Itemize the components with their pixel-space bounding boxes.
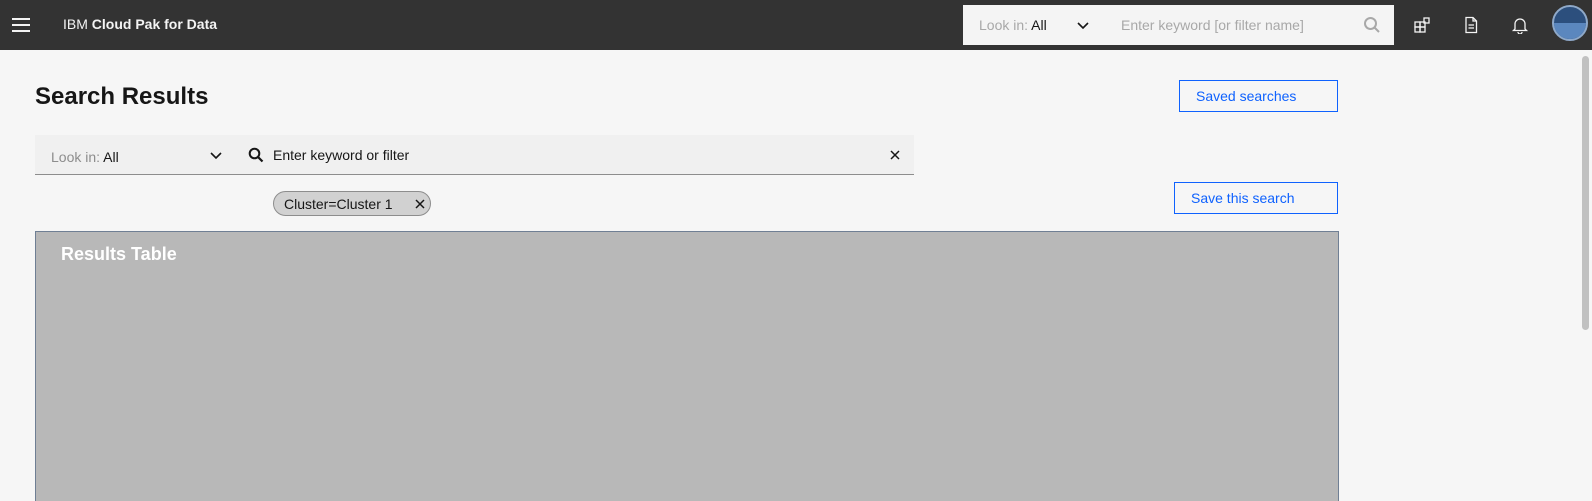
save-search-button[interactable]: Save this search (1174, 182, 1338, 214)
user-avatar[interactable] (1552, 5, 1588, 41)
clear-search-icon[interactable] (887, 147, 903, 163)
menu-icon[interactable] (0, 0, 42, 50)
remove-filter-icon[interactable] (414, 198, 426, 210)
chevron-down-icon[interactable] (1075, 17, 1091, 33)
document-icon[interactable] (1447, 0, 1495, 50)
top-header: IBM Cloud Pak for Data Look in: All Ente… (0, 0, 1592, 50)
scrollbar-thumb[interactable] (1582, 56, 1589, 330)
chevron-down-icon[interactable] (208, 147, 224, 163)
look-in-value: All (103, 149, 119, 165)
global-look-in-dropdown[interactable]: Look in: All (979, 17, 1047, 33)
page-title: Search Results (35, 83, 209, 110)
search-icon (248, 147, 264, 163)
saved-searches-button[interactable]: Saved searches (1179, 80, 1338, 112)
global-search-input[interactable]: Enter keyword [or filter name] (1121, 17, 1304, 33)
look-in-dropdown[interactable]: Look in: All (51, 149, 119, 165)
notification-icon[interactable] (1496, 0, 1544, 50)
global-look-in-value: All (1031, 17, 1047, 33)
brand-title[interactable]: IBM Cloud Pak for Data (63, 16, 217, 32)
results-table: Results Table (35, 231, 1339, 501)
brand-prefix: IBM (63, 16, 88, 32)
global-look-in-label: Look in: (979, 17, 1029, 33)
apps-icon[interactable] (1398, 0, 1446, 50)
search-bar: Look in: All (35, 135, 914, 175)
search-icon[interactable] (1363, 16, 1381, 34)
filter-tag-label: Cluster=Cluster 1 (284, 196, 393, 212)
search-input[interactable] (273, 143, 863, 167)
look-in-label: Look in: (51, 149, 101, 165)
global-search: Look in: All Enter keyword [or filter na… (963, 5, 1394, 45)
results-table-title: Results Table (61, 244, 177, 264)
filter-tag: Cluster=Cluster 1 (273, 191, 431, 216)
brand-name: Cloud Pak for Data (91, 16, 218, 32)
avatar-shape (1554, 23, 1586, 39)
